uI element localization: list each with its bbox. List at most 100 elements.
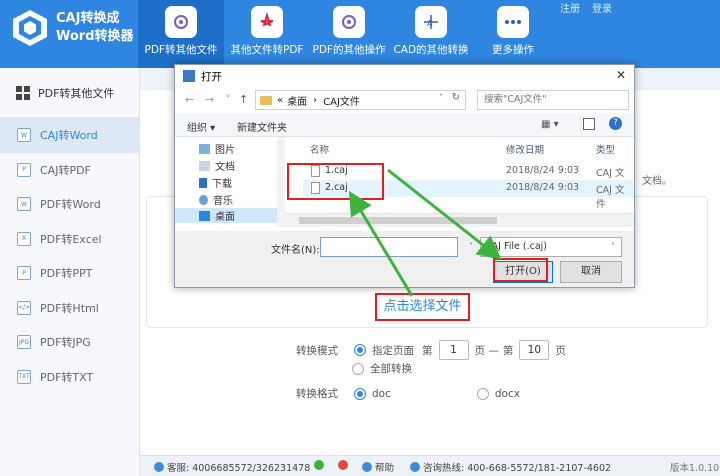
tree-scrollbar[interactable] — [277, 137, 285, 227]
mode-specified-radio[interactable] — [354, 344, 366, 356]
format-doc-radio[interactable] — [354, 387, 366, 400]
mode-all-label[interactable]: 全部转换 — [370, 361, 412, 376]
help-icon[interactable]: ? — [609, 117, 622, 130]
up-arrow-icon[interactable]: ↑ — [239, 93, 248, 106]
format-docx-label[interactable]: docx — [495, 388, 520, 400]
qq-icon — [154, 462, 164, 472]
status-footer: 客服: 4006685572/326231478 帮助 咨询热线: 400-66… — [140, 455, 720, 476]
ppt-file-icon: P — [17, 266, 31, 281]
sidebar-item-caj-word[interactable]: W CAJ转Word — [0, 118, 139, 153]
nav-pdf-other-ops[interactable]: PDF的其他操作 — [306, 0, 392, 68]
file-list-scrollbar[interactable] — [285, 213, 634, 227]
filename-label: 文件名(N): — [271, 245, 320, 256]
html-file-icon: </> — [17, 300, 31, 315]
tree-item-music[interactable]: 音乐 — [199, 192, 233, 207]
address-dropdown-icon[interactable]: ˅ — [439, 93, 443, 102]
address-row: ← → ˅ ↑ « 桌面 › CAJ文件 ˅ ↻ 搜索"CAJ文件" — [175, 87, 634, 113]
dialog-app-icon — [183, 70, 195, 82]
nav-cad-convert[interactable]: A CAD的其他转换 — [388, 0, 474, 68]
weibo-icon[interactable] — [338, 460, 351, 472]
path-overflow[interactable]: « — [277, 95, 283, 106]
pictures-icon — [199, 143, 210, 154]
choose-file-link[interactable]: 点击选择文件 — [375, 293, 470, 321]
page-from-input[interactable]: 1 — [438, 340, 469, 360]
dialog-title: 打开 — [201, 70, 222, 83]
page-dash: 页 — — [474, 344, 499, 357]
app-header: CAJ转换成 Word转换器 注册 登录 PDF转其他文件 其他文件转PDF P… — [0, 0, 720, 68]
download-arrow-icon — [199, 177, 207, 188]
register-link[interactable]: 注册 — [560, 0, 580, 15]
sidebar-item-pdf-excel[interactable]: X PDF转Excel — [0, 222, 139, 257]
column-date[interactable]: 修改日期 — [506, 142, 544, 156]
sidebar-header: PDF转其他文件 — [0, 68, 139, 118]
file-list-header: 名称 修改日期 类型 — [300, 139, 634, 157]
grid-icon — [16, 85, 30, 100]
tree-item-label: 文档 — [215, 162, 235, 173]
nav-pdf-to-other[interactable]: PDF转其他文件 — [138, 0, 224, 68]
close-icon[interactable]: ✕ — [616, 68, 626, 82]
mode-label: 转换模式 — [296, 344, 338, 357]
sidebar-item-pdf-jpg[interactable]: JPG PDF转JPG — [0, 325, 139, 360]
music-icon — [199, 194, 208, 205]
cancel-button[interactable]: 取消 — [560, 261, 622, 283]
weibo-icon-dot — [338, 460, 348, 470]
organize-button[interactable]: 组织 ▾ — [187, 119, 215, 134]
mode-all-radio[interactable] — [352, 362, 364, 375]
help-text: 帮助 — [375, 463, 395, 474]
path-caj-folder[interactable]: CAJ文件 — [323, 93, 360, 108]
chevron-down-icon: ˅ — [611, 242, 615, 251]
search-input[interactable]: 搜索"CAJ文件" — [477, 90, 629, 110]
column-name[interactable]: 名称 — [310, 142, 329, 156]
mode-specified-label[interactable]: 指定页面 — [372, 343, 414, 358]
new-folder-button[interactable]: 新建文件夹 — [237, 119, 287, 134]
cad-icon: A — [415, 6, 447, 38]
filename-input[interactable] — [320, 237, 458, 257]
page-suffix: 页 — [555, 344, 566, 357]
file-date: 2018/8/24 9:03 — [506, 182, 580, 193]
login-link[interactable]: 登录 — [592, 0, 612, 15]
acrobat-icon — [251, 6, 283, 38]
qq-service[interactable]: 客服: 4006685572/326231478 — [154, 460, 310, 474]
path-desktop[interactable]: 桌面 — [287, 93, 307, 108]
tree-item-downloads[interactable]: 下载 — [199, 175, 232, 190]
view-options-icon[interactable]: ▦ ▾ — [541, 119, 559, 130]
open-file-dialog: 打开 ✕ ← → ˅ ↑ « 桌面 › CAJ文件 ˅ ↻ 搜索"CAJ文件" … — [174, 64, 635, 288]
sidebar-item-pdf-html[interactable]: </> PDF转Html — [0, 291, 139, 326]
sidebar-item-label: PDF转TXT — [40, 370, 94, 384]
wechat-icon[interactable] — [314, 460, 327, 472]
word-file-icon: W — [17, 128, 31, 143]
address-bar[interactable]: « 桌面 › CAJ文件 ˅ ↻ — [255, 90, 466, 110]
format-docx-radio[interactable] — [476, 387, 489, 400]
sidebar-item-label: PDF转Excel — [40, 232, 102, 246]
filetype-select[interactable]: CAJ File (.caj) ˅ — [480, 237, 622, 257]
preview-pane-icon[interactable] — [583, 118, 595, 130]
nav-label: PDF的其他操作 — [312, 44, 386, 56]
recent-chevron-icon[interactable]: ˅ — [225, 93, 231, 106]
scrollbar-thumb[interactable] — [299, 217, 497, 224]
open-highlight-box — [493, 258, 548, 282]
column-type[interactable]: 类型 — [596, 142, 615, 156]
nav-label: PDF转其他文件 — [144, 44, 218, 56]
refresh-icon[interactable]: ↻ — [452, 92, 460, 103]
format-doc-label[interactable]: doc — [372, 388, 391, 400]
sidebar-item-pdf-word[interactable]: W PDF转Word — [0, 187, 139, 222]
help-link[interactable]: 帮助 — [362, 460, 394, 474]
nav-more[interactable]: 更多操作 — [470, 0, 556, 68]
qq-service-text: 客服: 4006685572/326231478 — [167, 463, 311, 474]
app-title-line2: Word转换器 — [56, 29, 134, 44]
tree-item-desktop[interactable]: 桌面 — [175, 208, 278, 223]
tree-item-pictures[interactable]: 图片 — [199, 141, 235, 156]
page-to-input[interactable]: 10 — [519, 340, 550, 360]
sidebar-item-caj-pdf[interactable]: P CAJ转PDF — [0, 153, 139, 188]
dialog-titlebar: 打开 — [175, 65, 634, 87]
back-arrow-icon[interactable]: ← — [185, 93, 194, 106]
nav-other-to-pdf[interactable]: 其他文件转PDF — [224, 0, 310, 68]
app-title-line1: CAJ转换成 — [56, 11, 120, 26]
sidebar-item-pdf-ppt[interactable]: P PDF转PPT — [0, 256, 139, 291]
tree-item-documents[interactable]: 文档 — [199, 158, 235, 173]
forward-arrow-icon[interactable]: → — [205, 93, 214, 106]
phone-icon — [410, 462, 420, 472]
path-separator[interactable]: › — [313, 95, 317, 106]
sidebar-item-label: CAJ转PDF — [40, 163, 91, 177]
sidebar-item-pdf-txt[interactable]: TXT PDF转TXT — [0, 360, 139, 395]
